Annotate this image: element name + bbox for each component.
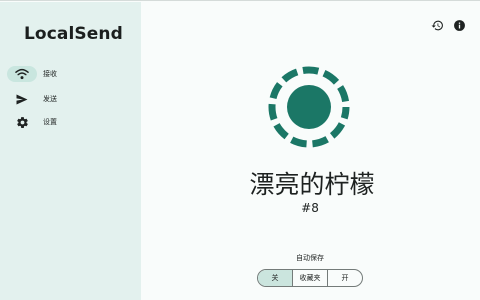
auto-save-toggle: 关 收藏夹 开: [257, 269, 363, 287]
app-title: LocalSend: [24, 24, 123, 44]
localsend-logo: [266, 64, 352, 150]
device-id: #8: [301, 201, 319, 215]
auto-save-label: 自动保存: [296, 254, 324, 262]
history-icon[interactable]: [430, 18, 444, 32]
app-window: LocalSend 接收 发送 设置 漂亮的柠檬 #8 自动保存 关 收藏夹 开: [0, 0, 480, 300]
sidebar-item-settings[interactable]: 设置: [7, 114, 135, 132]
sidebar-item-label: 接收: [43, 70, 57, 78]
info-icon[interactable]: [452, 18, 466, 32]
sidebar-item-receive[interactable]: 接收: [7, 66, 135, 84]
gear-icon: [15, 115, 29, 129]
device-name: 漂亮的柠檬: [249, 170, 375, 199]
wifi-icon: [15, 67, 29, 81]
sidebar-item-send[interactable]: 发送: [7, 91, 135, 109]
sidebar: LocalSend 接收 发送 设置: [0, 2, 141, 300]
auto-save-option-off[interactable]: 关: [258, 270, 293, 286]
auto-save-option-favorites[interactable]: 收藏夹: [293, 270, 328, 286]
sidebar-item-label: 发送: [43, 95, 57, 103]
auto-save-option-on[interactable]: 开: [328, 270, 362, 286]
sidebar-item-label: 设置: [43, 118, 57, 126]
send-icon: [15, 92, 29, 106]
